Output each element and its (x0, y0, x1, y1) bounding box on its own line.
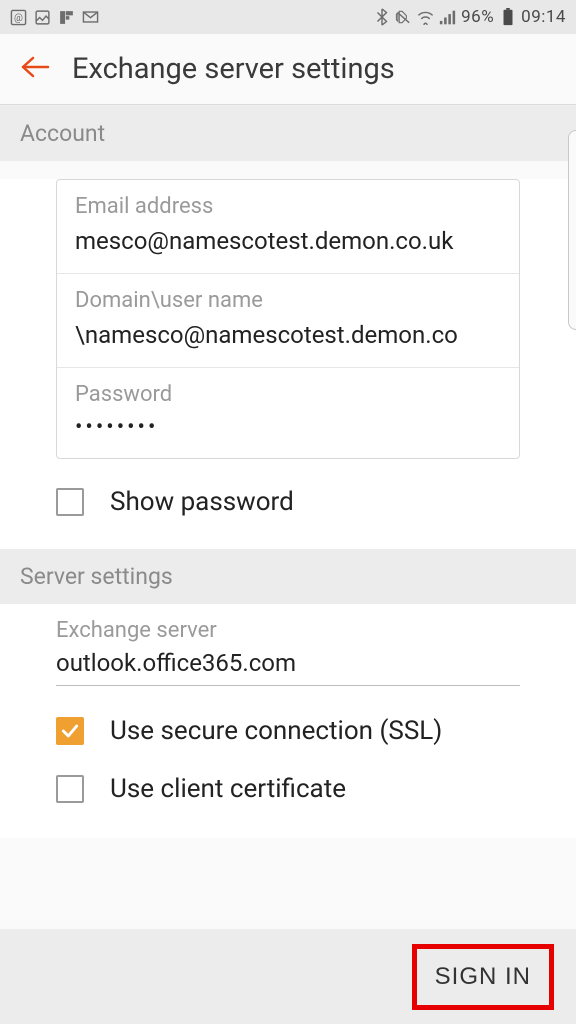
ssl-label: Use secure connection (SSL) (110, 716, 442, 746)
account-card: Email address mesco@namescotest.demon.co… (56, 179, 520, 459)
mail-icon (82, 9, 99, 26)
domain-label: Domain\user name (75, 288, 501, 313)
email-value: mesco@namescotest.demon.co.uk (75, 227, 501, 255)
wifi-icon (417, 9, 434, 26)
show-password-label: Show password (110, 487, 294, 517)
clock: 09:14 (521, 7, 566, 27)
bluetooth-icon (373, 9, 390, 26)
password-row[interactable]: Password •••••••• (57, 368, 519, 458)
ssl-row[interactable]: Use secure connection (SSL) (0, 690, 576, 760)
flipboard-icon (58, 9, 75, 26)
at-icon: @ (10, 9, 27, 26)
domain-value: \namesco@namescotest.demon.co (75, 321, 501, 349)
signin-button[interactable]: SIGN IN (435, 963, 531, 991)
password-value: •••••••• (75, 415, 501, 440)
client-cert-label: Use client certificate (110, 774, 346, 804)
email-label: Email address (75, 194, 501, 219)
show-password-checkbox[interactable] (56, 488, 84, 516)
back-arrow-icon[interactable] (20, 54, 50, 84)
exchange-label: Exchange server (56, 618, 520, 643)
domain-row[interactable]: Domain\user name \namesco@namescotest.de… (57, 274, 519, 368)
client-cert-row[interactable]: Use client certificate (0, 760, 576, 828)
exchange-server-field[interactable]: Exchange server outlook.office365.com (0, 604, 576, 690)
page-title: Exchange server settings (72, 52, 395, 86)
password-label: Password (75, 382, 501, 407)
section-header-server: Server settings (0, 549, 576, 604)
client-cert-checkbox[interactable] (56, 775, 84, 803)
vibrate-icon (395, 9, 412, 26)
app-header: Exchange server settings (0, 34, 576, 104)
show-password-row[interactable]: Show password (0, 477, 576, 539)
status-left-icons: @ (10, 9, 99, 26)
email-row[interactable]: Email address mesco@namescotest.demon.co… (57, 180, 519, 274)
battery-icon (499, 9, 516, 26)
footer-bar: SIGN IN (0, 929, 576, 1024)
svg-text:@: @ (14, 13, 23, 24)
edge-panel-handle[interactable] (568, 130, 576, 330)
exchange-value: outlook.office365.com (56, 649, 520, 686)
image-icon (34, 9, 51, 26)
ssl-checkbox[interactable] (56, 717, 84, 745)
status-right-icons: 96% 09:14 (373, 7, 566, 27)
signin-highlight: SIGN IN (412, 944, 554, 1010)
battery-percent: 96% (461, 7, 494, 27)
status-bar: @ 96% 09:14 (0, 0, 576, 34)
section-header-account: Account (0, 106, 576, 161)
signal-icon (439, 9, 456, 26)
